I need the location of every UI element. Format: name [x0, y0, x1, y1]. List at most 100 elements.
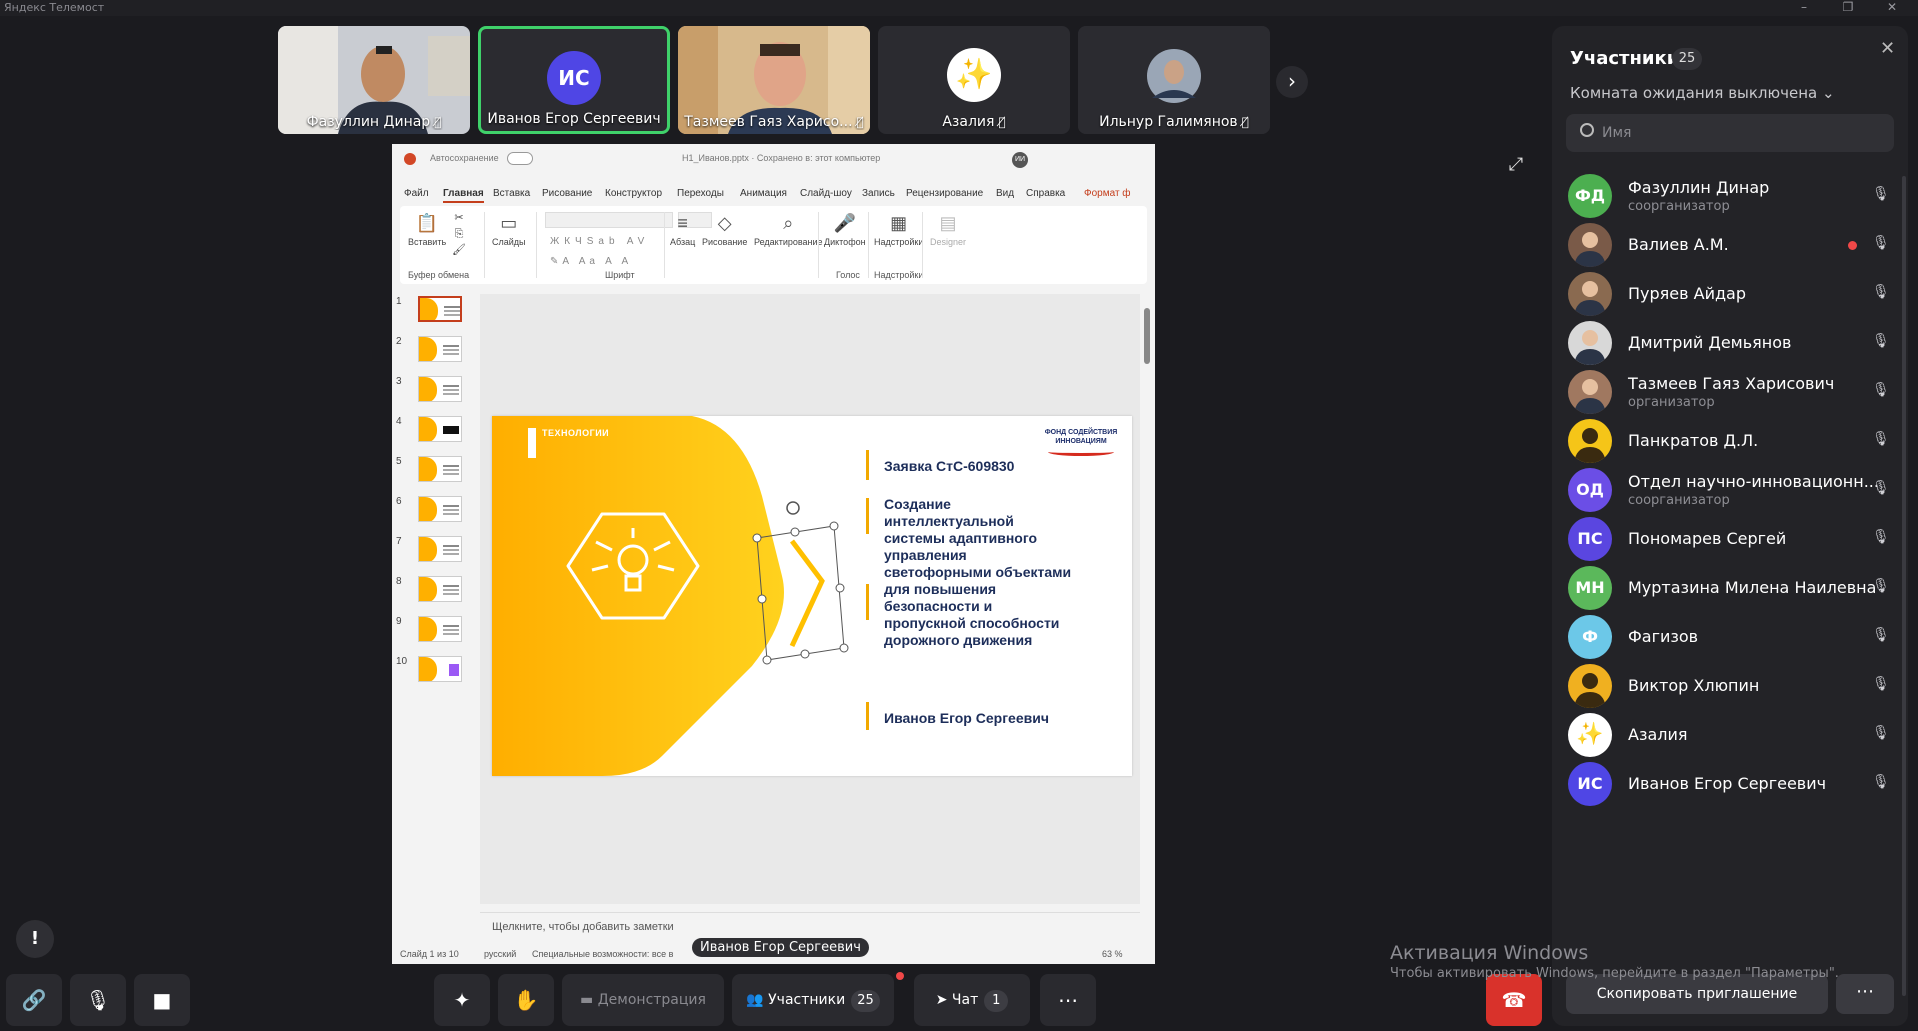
mic-toggle-button[interactable]: 🎙 [70, 974, 126, 1026]
mic-off-icon[interactable]: 🎙 [1872, 382, 1890, 398]
tab-review[interactable]: Рецензирование [906, 188, 983, 199]
slide-thumbnail[interactable]: 10 [392, 654, 480, 686]
participant-row[interactable]: ИС Иванов Егор Сергеевич 🎙 [1566, 756, 1894, 812]
tab-format[interactable]: Формат ф [1084, 188, 1131, 199]
camera-toggle-button[interactable]: ■ [134, 974, 190, 1026]
participant-row[interactable]: Ф Фагизов 🎙 [1566, 609, 1894, 665]
paste-button[interactable]: 📋 Вставить [408, 212, 446, 247]
expand-icon[interactable]: ⤢ [1504, 154, 1528, 178]
editing-button[interactable]: ⌕ Редактирование [754, 212, 823, 247]
current-slide[interactable]: ТЕХНОЛОГИИ ФОНД СОДЕЙСТВИЯ ИННОВАЦИЯМ За… [492, 416, 1132, 776]
mic-off-icon[interactable]: 🎙 [1872, 235, 1890, 251]
mic-off-icon[interactable]: 🎙 [1872, 186, 1890, 202]
slide-thumbnail[interactable]: 9 [392, 614, 480, 646]
font-name-select[interactable] [545, 212, 673, 228]
slides-button[interactable]: ▭ Слайды [492, 212, 526, 247]
link-button[interactable]: 🔗 [6, 974, 62, 1026]
participant-row[interactable]: ✨ Азалия 🎙 [1566, 707, 1894, 763]
designer-button[interactable]: ▤ Designer [930, 212, 966, 247]
restore-icon[interactable]: ❐ [1826, 0, 1870, 16]
tab-draw[interactable]: Рисование [542, 188, 592, 199]
font-style-buttons[interactable]: ЖКЧS⁠ab AV [550, 236, 649, 247]
tab-home[interactable]: Главная [443, 188, 484, 203]
mic-off-icon[interactable]: 🎙 [1872, 480, 1890, 496]
participants-button[interactable]: 👥 Участники 25 [732, 974, 894, 1026]
zoom-level[interactable]: 63 % [1102, 949, 1123, 959]
warning-icon[interactable]: ! [16, 920, 54, 958]
cut-copy-buttons[interactable]: ✂ ⎘ 🖌 [452, 210, 466, 258]
title-bar: Яндекс Телемост – ❐ ✕ [0, 0, 1918, 16]
mic-off-icon[interactable]: 🎙 [1872, 431, 1890, 447]
autosave-label: Автосохранение [430, 153, 499, 163]
tab-file[interactable]: Файл [404, 188, 429, 199]
mic-off-icon[interactable]: 🎙 [1872, 627, 1890, 643]
slide-thumbnail[interactable]: 3 [392, 374, 480, 406]
tab-design[interactable]: Конструктор [605, 188, 662, 199]
participant-row[interactable]: Дмитрий Демьянов 🎙 [1566, 315, 1894, 371]
font-color-buttons[interactable]: ✎A Aa A A [550, 256, 632, 267]
close-panel-icon[interactable]: ✕ [1880, 38, 1895, 59]
participant-row[interactable]: Пуряев Айдар 🎙 [1566, 266, 1894, 322]
accessibility-status[interactable]: Специальные возможности: все в [532, 949, 673, 959]
video-tile-3[interactable]: Тазмеев Гаяз Харисо... 🎙̸ [678, 26, 870, 134]
slide-thumbnail[interactable]: 7 [392, 534, 480, 566]
slide-thumbnail[interactable]: 5 [392, 454, 480, 486]
tab-transitions[interactable]: Переходы [677, 188, 724, 199]
close-window-icon[interactable]: ✕ [1870, 0, 1914, 16]
mic-off-icon[interactable]: 🎙 [1872, 774, 1890, 790]
chat-button[interactable]: ➤ Чат 1 [914, 974, 1030, 1026]
tab-insert[interactable]: Вставка [493, 188, 530, 199]
participant-row[interactable]: Панкратов Д.Л. 🎙 [1566, 413, 1894, 469]
addins-button[interactable]: ▦ Надстройки [874, 212, 923, 247]
waiting-room-dropdown[interactable]: Комната ожидания выключена ⌄ [1570, 84, 1835, 102]
tab-slideshow[interactable]: Слайд-шоу [800, 188, 852, 199]
mic-off-icon[interactable]: 🎙 [1872, 529, 1890, 545]
participant-row[interactable]: Виктор Хлюпин 🎙 [1566, 658, 1894, 714]
mic-off-icon[interactable]: 🎙 [1872, 725, 1890, 741]
tab-view[interactable]: Вид [996, 188, 1014, 199]
file-name: Н1_Иванов.pptx · Сохранено в: этот компь… [682, 153, 881, 163]
mic-off-icon[interactable]: 🎙 [1872, 578, 1890, 594]
tab-help[interactable]: Справка [1026, 188, 1065, 199]
raise-hand-button[interactable]: ✋ [498, 974, 554, 1026]
slide-scrollbar[interactable] [1142, 294, 1152, 904]
tab-animations[interactable]: Анимация [740, 188, 787, 199]
video-tile-5[interactable]: Ильнур Галимянов 🎙̸ [1078, 26, 1270, 134]
sparkle-icon: ✦ [453, 988, 471, 1012]
mic-off-icon[interactable]: 🎙 [1872, 333, 1890, 349]
slide-thumbnail[interactable]: 1 [392, 294, 480, 326]
search-input[interactable] [1602, 122, 1882, 144]
minimize-icon[interactable]: – [1782, 0, 1826, 16]
dictaphone-button[interactable]: 🎤 Диктофон [824, 212, 866, 247]
participant-name: Фазуллин Динар [1628, 178, 1770, 197]
autosave-toggle[interactable] [507, 152, 533, 165]
slide-thumbnail[interactable]: 8 [392, 574, 480, 606]
participant-row[interactable]: ФД Фазуллин Динар соорганизатор 🎙 [1566, 168, 1894, 224]
mic-off-icon[interactable]: 🎙 [1872, 284, 1890, 300]
mic-off-icon[interactable]: 🎙 [1872, 676, 1890, 692]
next-tiles-button[interactable]: › [1276, 66, 1308, 98]
person-icon [1574, 673, 1606, 708]
slide-thumbnail[interactable]: 6 [392, 494, 480, 526]
participant-search[interactable] [1566, 114, 1894, 152]
paragraph-button[interactable]: ≡ Абзац [670, 212, 695, 247]
participant-row[interactable]: ОД Отдел научно-инновационн... соорганизат… [1566, 462, 1894, 518]
panel-more-button[interactable]: ⋯ [1836, 974, 1894, 1014]
participant-row[interactable]: ПС Пономарев Сергей 🎙 [1566, 511, 1894, 567]
hang-up-button[interactable]: ☎ [1486, 974, 1542, 1026]
participant-row[interactable]: Валиев А.М. 🎙 [1566, 217, 1894, 273]
video-tile-1[interactable]: Фазуллин Динар 🎙̸ [278, 26, 470, 134]
participants-scrollbar[interactable] [1902, 176, 1906, 996]
video-tile-4[interactable]: ✨ Азалия 🎙̸ [878, 26, 1070, 134]
drawing-button[interactable]: ◇ Рисование [702, 212, 747, 247]
user-avatar[interactable]: ИИ [1012, 152, 1028, 168]
demonstration-button[interactable]: ▬ Демонстрация [562, 974, 724, 1026]
more-button[interactable]: ⋯ [1040, 974, 1096, 1026]
effects-button[interactable]: ✦ [434, 974, 490, 1026]
slide-thumbnail[interactable]: 2 [392, 334, 480, 366]
participant-row[interactable]: МН Муртазина Милена Наилевна 🎙 [1566, 560, 1894, 616]
slide-thumbnail[interactable]: 4 [392, 414, 480, 446]
tab-record[interactable]: Запись [862, 188, 895, 199]
participant-row[interactable]: Тазмеев Гаяз Харисович организатор 🎙 [1566, 364, 1894, 420]
video-tile-2[interactable]: ИС Иванов Егор Сергеевич [478, 26, 670, 134]
